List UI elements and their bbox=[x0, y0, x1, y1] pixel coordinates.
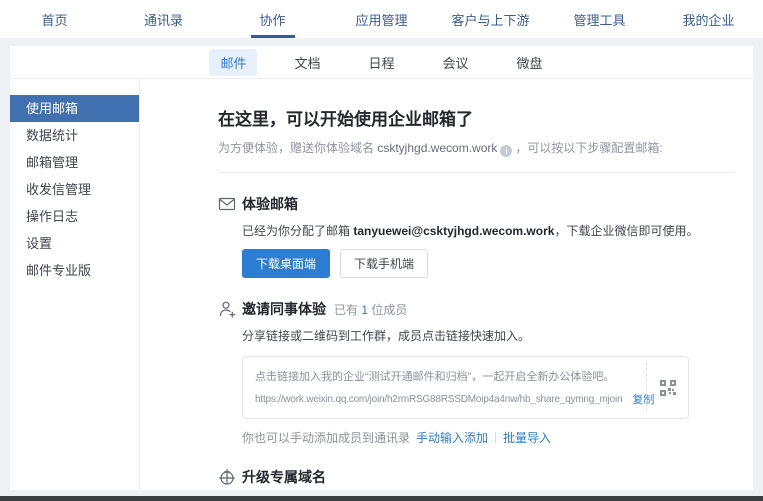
tab-mail[interactable]: 邮件 bbox=[209, 49, 257, 76]
sidebar-item-mail-pro[interactable]: 邮件专业版 bbox=[10, 257, 139, 284]
section-invite: 邀请同事体验 已有 1 位成员 分享链接或二维码到工作群，成员点击链接快速加入。… bbox=[218, 299, 735, 446]
invite-title: 邀请同事体验 bbox=[242, 299, 326, 319]
sidebar-item-settings[interactable]: 设置 bbox=[10, 230, 139, 257]
collaboration-tabs: 邮件 文档 日程 会议 微盘 bbox=[10, 46, 753, 79]
trial-mailbox-desc: 已经为你分配了邮箱 tanyuewei@csktyjhgd.wecom.work… bbox=[242, 222, 735, 239]
subtitle-prefix: 为方便体验，赠送你体验域名 bbox=[218, 141, 377, 155]
member-note-prefix: 已有 bbox=[334, 303, 361, 317]
main-content: 在这里，可以开始使用企业邮箱了 为方便体验，赠送你体验域名 csktyjhgd.… bbox=[140, 79, 753, 490]
qr-code-icon[interactable] bbox=[646, 363, 688, 412]
nav-item-apps[interactable]: 应用管理 bbox=[327, 0, 436, 38]
link-divider bbox=[495, 432, 496, 443]
download-mobile-button[interactable]: 下载手机端 bbox=[340, 249, 428, 278]
tab-schedule[interactable]: 日程 bbox=[357, 49, 405, 76]
divider bbox=[218, 172, 735, 173]
member-note-suffix: 位成员 bbox=[368, 303, 407, 317]
content-card: 邮件 文档 日程 会议 微盘 使用邮箱 数据统计 邮箱管理 收发信管理 操作日志… bbox=[10, 46, 753, 490]
tab-docs[interactable]: 文档 bbox=[283, 49, 331, 76]
share-url: https://work.weixin.qq.com/join/h2rmRSG8… bbox=[255, 394, 622, 405]
trial-mailbox-title: 体验邮箱 bbox=[242, 194, 298, 214]
share-link-box: 点击链接加入我的企业“测试开通邮件和归档”，一起开启全新办公体验吧。 https… bbox=[242, 356, 689, 419]
assigned-email: tanyuewei@csktyjhgd.wecom.work bbox=[353, 224, 554, 238]
share-invitation-text: 点击链接加入我的企业“测试开通邮件和归档”，一起开启全新办公体验吧。 bbox=[255, 368, 634, 384]
mail-sidebar: 使用邮箱 数据统计 邮箱管理 收发信管理 操作日志 设置 邮件专业版 bbox=[10, 79, 140, 490]
nav-item-home[interactable]: 首页 bbox=[0, 0, 109, 38]
sidebar-item-statistics[interactable]: 数据统计 bbox=[10, 122, 139, 149]
page-subtitle: 为方便体验，赠送你体验域名 csktyjhgd.wecom.worki，可以按以… bbox=[218, 139, 735, 157]
info-icon[interactable]: i bbox=[500, 145, 512, 157]
wecom-admin-page: 首页 通讯录 协作 应用管理 客户与上下游 管理工具 我的企业 邮件 文档 日程… bbox=[0, 0, 763, 501]
section-trial-mailbox: 体验邮箱 已经为你分配了邮箱 tanyuewei@csktyjhgd.wecom… bbox=[218, 194, 735, 278]
manual-add-text: 你也可以手动添加成员到通讯录 bbox=[242, 429, 410, 446]
upgrade-domain-title: 升级专属域名 bbox=[242, 467, 326, 487]
batch-import-link[interactable]: 批量导入 bbox=[503, 429, 551, 446]
card-body: 使用邮箱 数据统计 邮箱管理 收发信管理 操作日志 设置 邮件专业版 在这里，可… bbox=[10, 79, 753, 490]
sidebar-item-send-receive[interactable]: 收发信管理 bbox=[10, 176, 139, 203]
member-count-note: 已有 1 位成员 bbox=[334, 301, 407, 318]
nav-item-collaboration[interactable]: 协作 bbox=[218, 0, 327, 38]
sidebar-item-operation-log[interactable]: 操作日志 bbox=[10, 203, 139, 230]
tab-drive[interactable]: 微盘 bbox=[506, 49, 554, 76]
top-navigation: 首页 通讯录 协作 应用管理 客户与上下游 管理工具 我的企业 bbox=[0, 0, 763, 38]
invite-member-icon bbox=[218, 299, 242, 446]
tab-meeting[interactable]: 会议 bbox=[432, 49, 480, 76]
mailbox-desc-prefix: 已经为你分配了邮箱 bbox=[242, 224, 353, 238]
sidebar-item-mailbox-management[interactable]: 邮箱管理 bbox=[10, 149, 139, 176]
trial-mailbox-content: 体验邮箱 已经为你分配了邮箱 tanyuewei@csktyjhgd.wecom… bbox=[242, 194, 735, 278]
mailbox-desc-suffix: ，下载企业微信即可使用。 bbox=[554, 224, 698, 238]
manual-input-add-link[interactable]: 手动输入添加 bbox=[416, 429, 488, 446]
nav-item-contacts[interactable]: 通讯录 bbox=[109, 0, 218, 38]
page-title: 在这里，可以开始使用企业邮箱了 bbox=[218, 105, 735, 130]
envelope-icon bbox=[218, 194, 242, 278]
download-desktop-button[interactable]: 下载桌面端 bbox=[242, 249, 330, 278]
nav-item-tools[interactable]: 管理工具 bbox=[545, 0, 654, 38]
subtitle-suffix: ，可以按以下步骤配置邮箱: bbox=[515, 141, 662, 155]
trial-domain: csktyjhgd.wecom.work bbox=[377, 141, 497, 155]
window-bottom-edge bbox=[0, 496, 763, 501]
nav-item-customers[interactable]: 客户与上下游 bbox=[436, 0, 545, 38]
nav-item-my-company[interactable]: 我的企业 bbox=[654, 0, 763, 38]
invite-content: 邀请同事体验 已有 1 位成员 分享链接或二维码到工作群，成员点击链接快速加入。… bbox=[242, 299, 735, 446]
share-link-text: 点击链接加入我的企业“测试开通邮件和归档”，一起开启全新办公体验吧。 https… bbox=[243, 357, 646, 418]
invite-desc: 分享链接或二维码到工作群，成员点击链接快速加入。 bbox=[242, 327, 735, 344]
manual-add-row: 你也可以手动添加成员到通讯录 手动输入添加 批量导入 bbox=[242, 429, 735, 446]
sidebar-item-use-mailbox[interactable]: 使用邮箱 bbox=[10, 95, 139, 122]
